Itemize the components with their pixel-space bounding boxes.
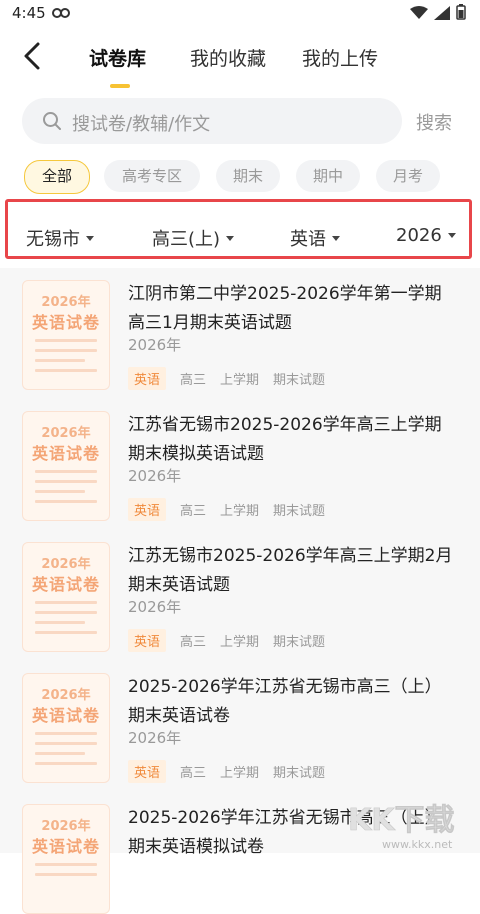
list-item[interactable]: 2026年 英语试卷 江苏省无锡市2025-2026学年高三上学期期末模拟英语试… <box>0 399 480 521</box>
search-button[interactable]: 搜索 <box>416 109 452 135</box>
tag-type: 期末试题 <box>273 635 326 650</box>
tag-term: 上学期 <box>220 504 260 519</box>
caret-down-icon <box>447 233 456 238</box>
tag-subject: 英语 <box>128 498 167 521</box>
paper-year: 2026年 <box>128 336 182 354</box>
category-chips: 全部 高考专区 期末 期中 月考 <box>0 160 480 196</box>
battery-icon <box>456 4 466 24</box>
tag-term: 上学期 <box>220 635 260 650</box>
chip-gaokao[interactable]: 高考专区 <box>104 160 200 192</box>
paper-thumbnail: 2026年 英语试卷 <box>22 804 110 914</box>
paper-title: 江苏省无锡市2025-2026学年高三上学期期末模拟英语试题 <box>128 415 442 464</box>
link-icon <box>52 5 70 24</box>
chip-monthly[interactable]: 月考 <box>376 160 440 192</box>
paper-thumbnail: 2026年 英语试卷 <box>22 542 110 652</box>
search-icon <box>42 111 62 135</box>
tab-paper-library[interactable]: 试卷库 <box>89 44 146 71</box>
tag-term: 上学期 <box>220 766 260 781</box>
tag-subject: 英语 <box>128 760 167 783</box>
chip-midterm[interactable]: 期中 <box>296 160 360 192</box>
tag-subject: 英语 <box>128 367 167 390</box>
paper-tags: 英语 高三 上学期 期末试题 <box>128 629 325 652</box>
paper-thumbnail: 2026年 英语试卷 <box>22 280 110 390</box>
search-input[interactable]: 搜试卷/教辅/作文 <box>72 110 210 136</box>
list-item[interactable]: 2026年 英语试卷 江苏无锡市2025-2026学年高三上学期2月期末英语试题… <box>0 530 480 652</box>
chevron-left-icon <box>24 42 40 70</box>
filter-subject[interactable]: 英语 <box>290 225 340 251</box>
status-time: 4:45 <box>12 4 46 22</box>
active-tab-indicator <box>110 84 130 88</box>
filter-grade[interactable]: 高三(上) <box>152 225 235 251</box>
filter-year[interactable]: 2026 <box>396 225 456 246</box>
tag-grade: 高三 <box>180 635 207 650</box>
watermark-logo: KK下载 <box>348 803 455 838</box>
paper-tags: 英语 高三 上学期 期末试题 <box>128 498 325 521</box>
watermark-url: www.kkx.net <box>382 838 453 851</box>
paper-thumbnail: 2026年 英语试卷 <box>22 673 110 783</box>
tag-grade: 高三 <box>180 504 207 519</box>
caret-down-icon <box>332 235 340 241</box>
chip-final[interactable]: 期末 <box>216 160 280 192</box>
paper-list: 2026年 英语试卷 江阴市第二中学2025-2026学年第一学期高三1月期末英… <box>0 268 480 914</box>
wifi-icon <box>410 5 428 24</box>
paper-year: 2026年 <box>128 598 182 616</box>
filter-city[interactable]: 无锡市 <box>26 225 94 251</box>
caret-down-icon <box>86 235 94 241</box>
paper-year: 2026年 <box>128 729 182 747</box>
search-bar[interactable]: 搜试卷/教辅/作文 <box>22 98 402 144</box>
chip-all[interactable]: 全部 <box>24 160 90 194</box>
paper-title: 2025-2026学年江苏省无锡市高三（上）期末英语试卷 <box>128 677 442 726</box>
status-bar: 4:45 <box>0 0 480 28</box>
tab-my-uploads[interactable]: 我的上传 <box>302 44 378 71</box>
tag-grade: 高三 <box>180 373 207 388</box>
paper-title: 江阴市第二中学2025-2026学年第一学期高三1月期末英语试题 <box>128 284 442 333</box>
tag-subject: 英语 <box>128 629 167 652</box>
caret-down-icon <box>226 235 235 241</box>
list-item[interactable]: 2026年 英语试卷 2025-2026学年江苏省无锡市高三（上）期末英语试卷 … <box>0 661 480 783</box>
site-watermark: KK下载 www.kkx.net <box>342 796 470 852</box>
list-item[interactable]: 2026年 英语试卷 江阴市第二中学2025-2026学年第一学期高三1月期末英… <box>0 268 480 390</box>
tag-term: 上学期 <box>220 373 260 388</box>
paper-tags: 英语 高三 上学期 期末试题 <box>128 760 325 783</box>
tag-grade: 高三 <box>180 766 207 781</box>
tab-my-favorites[interactable]: 我的收藏 <box>190 44 266 71</box>
paper-thumbnail: 2026年 英语试卷 <box>22 411 110 521</box>
paper-tags: 英语 高三 上学期 期末试题 <box>128 367 325 390</box>
tag-type: 期末试题 <box>273 504 326 519</box>
signal-icon <box>434 5 450 24</box>
top-nav: 试卷库 我的收藏 我的上传 <box>0 28 480 88</box>
tag-type: 期末试题 <box>273 373 326 388</box>
tag-type: 期末试题 <box>273 766 326 781</box>
paper-title: 江苏无锡市2025-2026学年高三上学期2月期末英语试题 <box>128 546 453 595</box>
back-button[interactable] <box>20 40 60 76</box>
paper-year: 2026年 <box>128 467 182 485</box>
